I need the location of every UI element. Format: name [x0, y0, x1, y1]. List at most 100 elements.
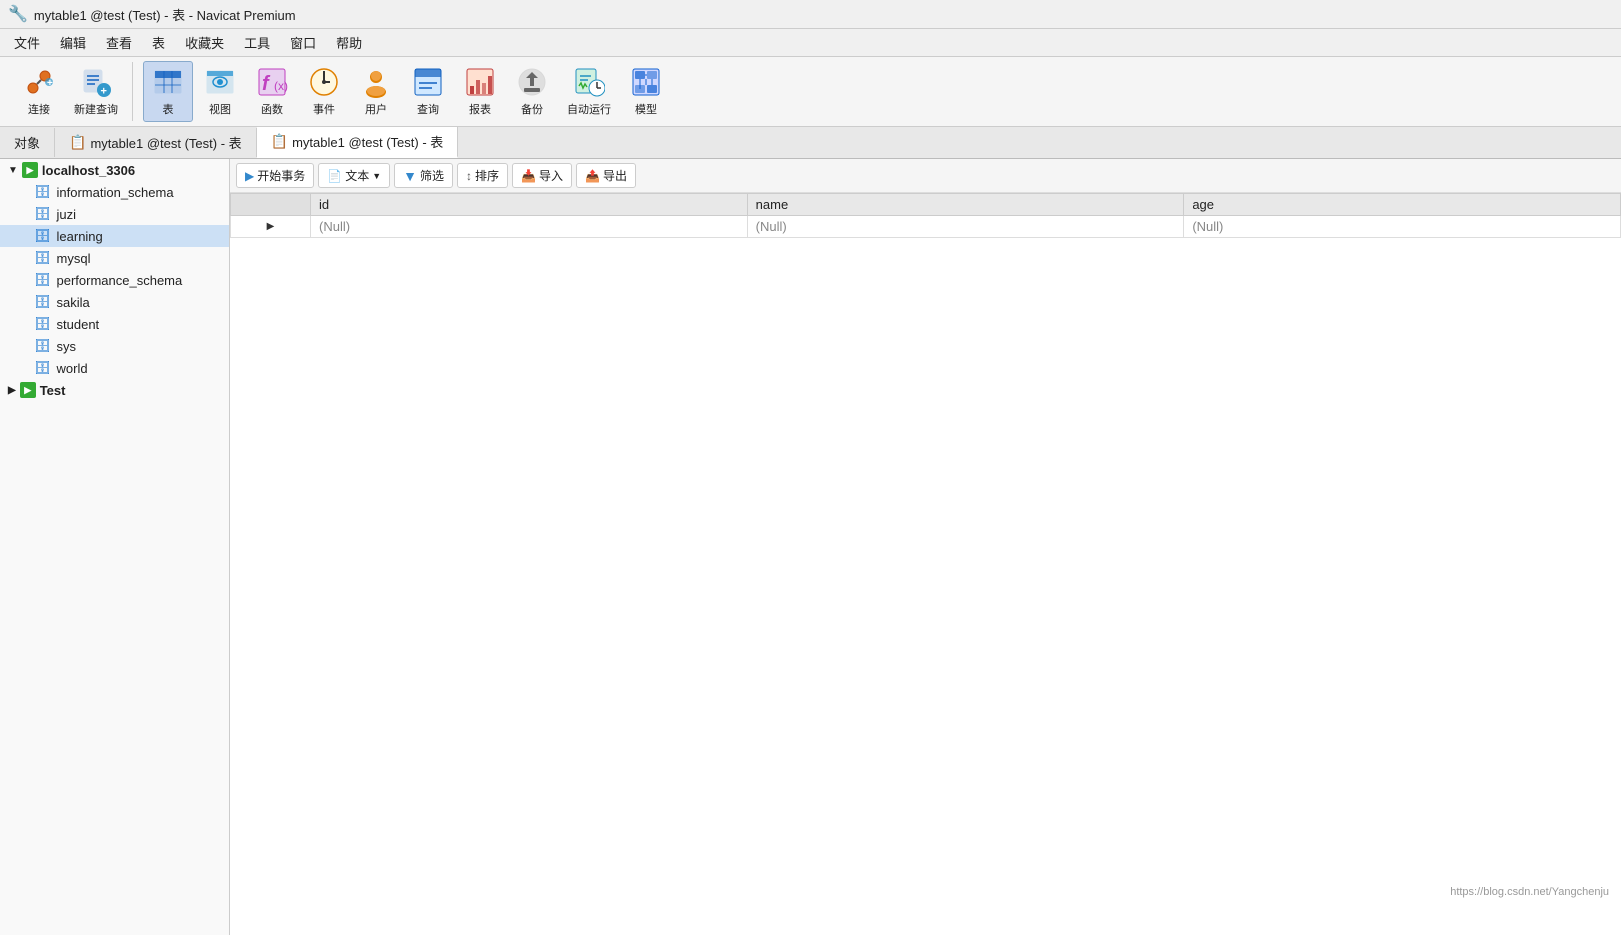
- cell-name[interactable]: (Null): [747, 216, 1184, 238]
- view-button[interactable]: 视图: [195, 62, 245, 121]
- connection-localhost[interactable]: ▼ ▶ localhost_3306: [0, 159, 229, 181]
- user-icon: [360, 66, 392, 98]
- db-sys[interactable]: 🗄 sys: [0, 335, 229, 357]
- row-indicator-header: [231, 194, 311, 216]
- db-learning[interactable]: 🗄 learning: [0, 225, 229, 247]
- app-icon: 🔧: [8, 4, 28, 24]
- event-button[interactable]: 事件: [299, 62, 349, 121]
- menu-table[interactable]: 表: [142, 31, 175, 54]
- db-label-sys: sys: [57, 339, 77, 354]
- sort-button[interactable]: ↕ 排序: [457, 163, 508, 188]
- function-icon: f (x): [256, 66, 288, 98]
- menu-bar: 文件 编辑 查看 表 收藏夹 工具 窗口 帮助: [0, 29, 1621, 57]
- sort-icon: ↕: [466, 169, 472, 183]
- db-label-performance-schema: performance_schema: [57, 273, 183, 288]
- menu-tools[interactable]: 工具: [234, 31, 280, 54]
- db-label-student: student: [57, 317, 100, 332]
- db-icon-world: 🗄: [34, 360, 51, 376]
- toolbar-group-connection: + 连接 + 新建查询: [8, 62, 133, 121]
- text-label: 文本: [345, 167, 369, 184]
- new-query-label: 新建查询: [74, 101, 118, 117]
- db-label-sakila: sakila: [57, 295, 90, 310]
- report-button[interactable]: 报表: [455, 62, 505, 121]
- begin-transaction-label: 开始事务: [257, 167, 305, 184]
- export-icon: 📤: [585, 169, 600, 183]
- db-label-juzi: juzi: [57, 207, 77, 222]
- query-label: 查询: [417, 101, 439, 117]
- view-icon: [204, 66, 236, 98]
- menu-help[interactable]: 帮助: [326, 31, 372, 54]
- table-icon: [152, 66, 184, 98]
- tab-table-1[interactable]: 📋 mytable1 @test (Test) - 表: [55, 128, 257, 157]
- filter-button[interactable]: ▼ 筛选: [394, 163, 453, 188]
- expand-icon-test: ▶: [8, 385, 16, 396]
- db-performance-schema[interactable]: 🗄 performance_schema: [0, 269, 229, 291]
- model-button[interactable]: 模型: [621, 62, 671, 121]
- connection-icon-test: ▶: [20, 382, 36, 398]
- text-icon: 📄: [327, 169, 342, 183]
- db-mysql[interactable]: 🗄 mysql: [0, 247, 229, 269]
- filter-icon: ▼: [403, 168, 417, 184]
- auto-run-button[interactable]: 自动运行: [559, 62, 619, 121]
- column-header-age[interactable]: age: [1184, 194, 1621, 216]
- function-label: 函数: [261, 101, 283, 117]
- auto-run-label: 自动运行: [567, 101, 611, 117]
- new-query-icon: +: [80, 66, 112, 98]
- db-world[interactable]: 🗄 world: [0, 357, 229, 379]
- text-dropdown-icon: ▼: [372, 171, 381, 181]
- window-title: mytable1 @test (Test) - 表 - Navicat Prem…: [34, 5, 296, 24]
- import-button[interactable]: 📥 导入: [512, 163, 572, 188]
- table-row[interactable]: ▶ (Null) (Null) (Null): [231, 216, 1621, 238]
- connection-name-localhost: localhost_3306: [42, 163, 135, 178]
- backup-button[interactable]: 备份: [507, 62, 557, 121]
- db-label-information-schema: information_schema: [57, 185, 174, 200]
- table-button[interactable]: 表: [143, 61, 193, 122]
- begin-transaction-icon: ▶: [245, 169, 254, 183]
- report-label: 报表: [469, 101, 491, 117]
- main-toolbar: + 连接 + 新建查询: [0, 57, 1621, 127]
- db-sakila[interactable]: 🗄 sakila: [0, 291, 229, 313]
- new-query-button[interactable]: + 新建查询: [66, 62, 126, 121]
- connection-test[interactable]: ▶ ▶ Test: [0, 379, 229, 401]
- export-button[interactable]: 📤 导出: [576, 163, 636, 188]
- column-header-id[interactable]: id: [311, 194, 748, 216]
- db-icon-mysql: 🗄: [34, 250, 51, 266]
- query-button[interactable]: 查询: [403, 62, 453, 121]
- connect-icon: +: [23, 66, 55, 98]
- connect-label: 连接: [28, 101, 50, 117]
- tab-table-2[interactable]: 📋 mytable1 @test (Test) - 表: [257, 127, 459, 158]
- function-button[interactable]: f (x) 函数: [247, 62, 297, 121]
- title-bar: 🔧 mytable1 @test (Test) - 表 - Navicat Pr…: [0, 0, 1621, 29]
- connection-name-test: Test: [40, 383, 66, 398]
- db-information-schema[interactable]: 🗄 information_schema: [0, 181, 229, 203]
- menu-file[interactable]: 文件: [4, 31, 50, 54]
- db-icon-learning: 🗄: [34, 228, 51, 244]
- menu-edit[interactable]: 编辑: [50, 31, 96, 54]
- text-button[interactable]: 📄 文本 ▼: [318, 163, 390, 188]
- tab-object[interactable]: 对象: [0, 128, 55, 157]
- column-header-name[interactable]: name: [747, 194, 1184, 216]
- begin-transaction-button[interactable]: ▶ 开始事务: [236, 163, 314, 188]
- tab-object-label: 对象: [14, 133, 40, 152]
- table-label: 表: [163, 101, 174, 117]
- model-label: 模型: [635, 101, 657, 117]
- user-button[interactable]: 用户: [351, 62, 401, 121]
- user-label: 用户: [365, 101, 387, 117]
- sort-label: 排序: [475, 167, 499, 184]
- connect-button[interactable]: + 连接: [14, 62, 64, 121]
- menu-view[interactable]: 查看: [96, 31, 142, 54]
- db-icon-student: 🗄: [34, 316, 51, 332]
- menu-window[interactable]: 窗口: [280, 31, 326, 54]
- cell-age[interactable]: (Null): [1184, 216, 1621, 238]
- menu-favorites[interactable]: 收藏夹: [175, 31, 234, 54]
- cell-id[interactable]: (Null): [311, 216, 748, 238]
- svg-text:+: +: [47, 78, 53, 89]
- db-student[interactable]: 🗄 student: [0, 313, 229, 335]
- db-juzi[interactable]: 🗄 juzi: [0, 203, 229, 225]
- query-icon: [412, 66, 444, 98]
- data-table: id name age ▶ (Null) (Null) (Null): [230, 193, 1621, 238]
- tab-table-1-label: mytable1 @test (Test) - 表: [90, 133, 241, 152]
- view-label: 视图: [209, 101, 231, 117]
- watermark: https://blog.csdn.net/Yangchenju: [1450, 886, 1609, 898]
- toolbar-group-objects: 表 视图 f (x) 函数: [137, 61, 677, 122]
